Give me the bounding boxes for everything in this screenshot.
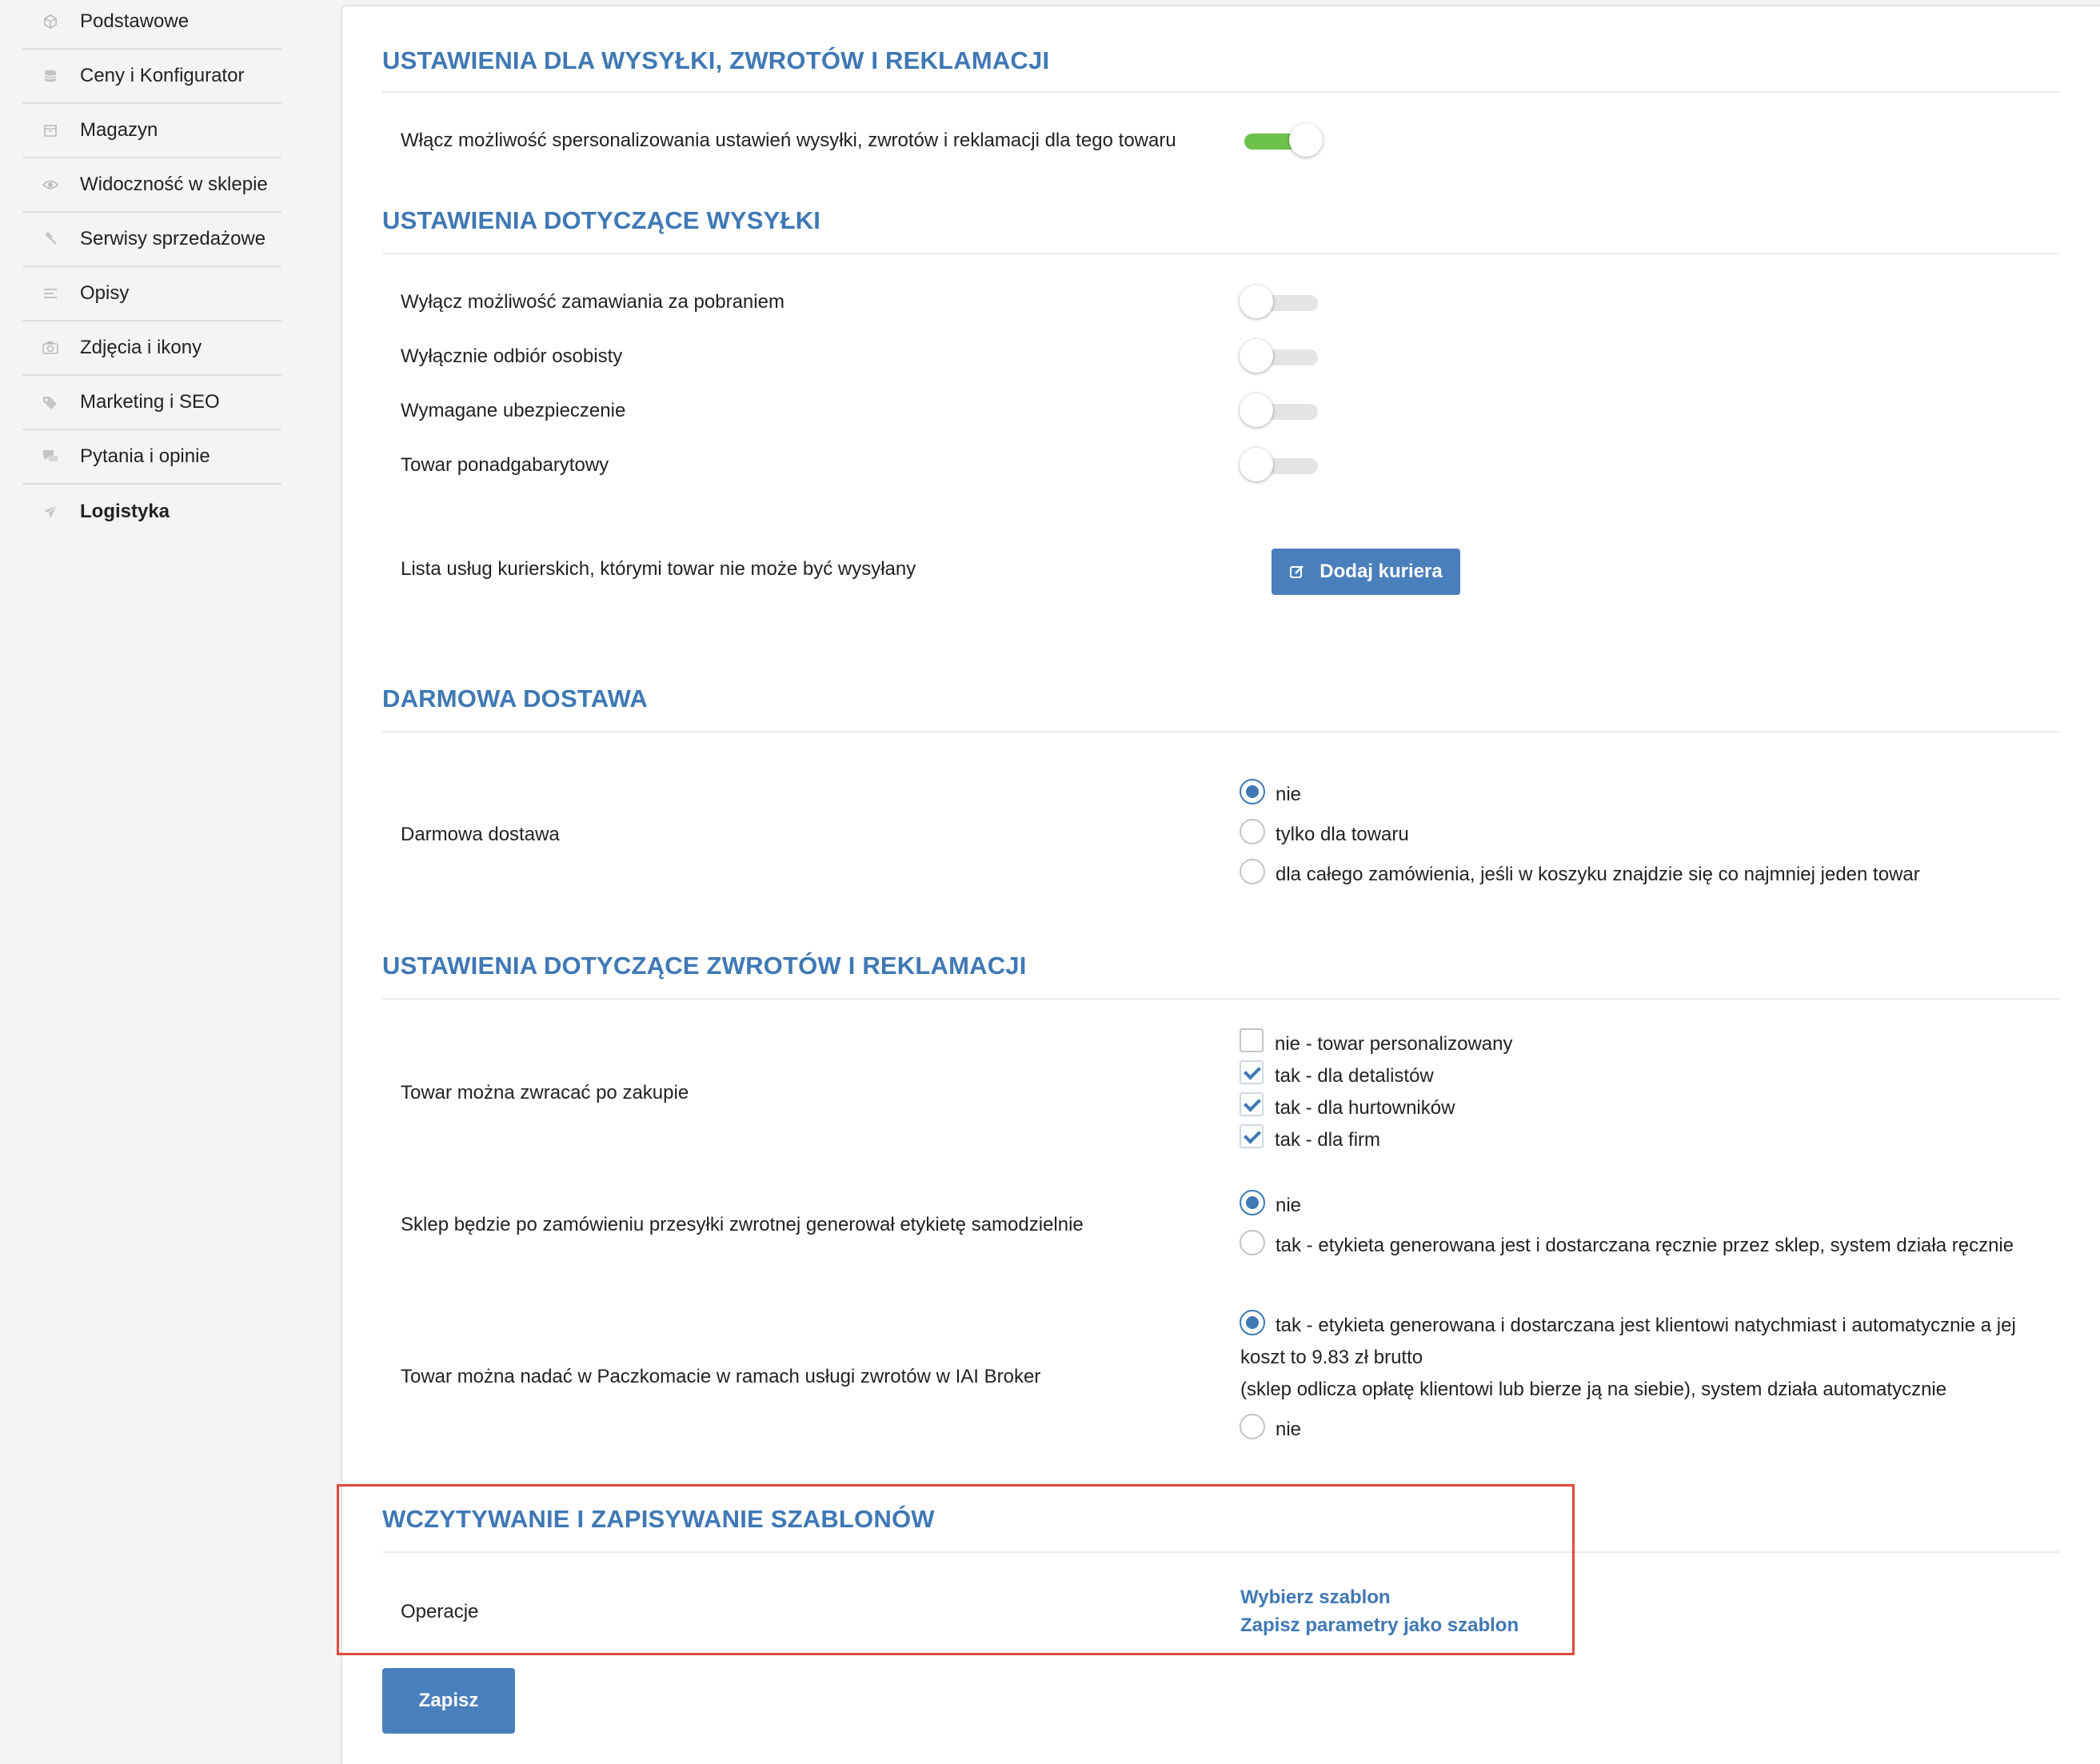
save-template-link[interactable]: Zapisz parametry jako szablon [1240,1614,1519,1637]
sidebar-item-label: Ceny i Konfigurator [80,65,245,86]
section-divider [382,1551,2060,1553]
sidebar-item-label: Magazyn [80,119,158,141]
box-icon [42,122,59,139]
cod-disable-toggle[interactable] [1240,285,1327,320]
label-generation-radio-manual[interactable] [1240,1230,1265,1255]
free-delivery-radio-product[interactable] [1240,819,1265,844]
oversize-label: Towar ponadgabarytowy [401,454,609,476]
chat-icon [42,448,59,465]
pickup-only-toggle[interactable] [1240,339,1327,374]
section-title-returns: USTAWIENIA DOTYCZĄCE ZWROTÓW I REKLAMACJ… [382,952,1027,980]
personalize-label: Włącz możliwość spersonalizowania ustawi… [401,130,1176,151]
personalize-toggle[interactable] [1240,123,1327,158]
returns-label: Towar można zwracać po zakupie [401,1082,689,1103]
oversize-toggle[interactable] [1240,448,1327,483]
section-divider [382,731,2060,732]
free-delivery-option-label: nie [1276,784,1302,805]
paczkomat-option-line1: tak - etykieta generowana i dostarczana … [1276,1315,2016,1336]
save-button-label: Zapisz [418,1690,479,1711]
returns-option-label: nie - towar personalizowany [1275,1033,1513,1055]
sidebar-item-label: Pytania i opinie [80,445,210,467]
label-generation-label: Sklep będzie po zamówieniu przesyłki zwr… [401,1214,1084,1235]
sidebar-item-magazyn[interactable]: Magazyn [22,104,281,158]
free-delivery-radio-nie[interactable] [1240,779,1265,804]
choose-template-link[interactable]: Wybierz szablon [1240,1586,1391,1609]
section-title-free-delivery: DARMOWA DOSTAWA [382,684,648,712]
eye-icon [42,176,59,194]
paczkomat-radio-nie[interactable] [1240,1414,1265,1439]
paczkomat-label: Towar można nadać w Paczkomacie w ramach… [401,1366,1041,1387]
returns-checkbox-retail[interactable] [1240,1060,1264,1084]
sidebar-item-label: Zdjęcia i ikony [80,337,202,358]
returns-checkbox-companies[interactable] [1240,1124,1264,1148]
returns-option-label: tak - dla detalistów [1275,1065,1434,1087]
sidebar-item-label: Opisy [80,282,130,304]
section-divider [382,253,2060,254]
returns-option-label: tak - dla hurtowników [1275,1097,1455,1119]
sidebar-item-label: Serwisy sprzedażowe [80,228,266,249]
sidebar-item-serwisy[interactable]: Serwisy sprzedażowe [22,213,281,267]
cube-icon [42,13,59,30]
returns-checkbox-personalized[interactable] [1240,1028,1264,1052]
section-title-templates: WCZYTYWANIE I ZAPISYWANIE SZABLONÓW [382,1505,935,1533]
add-courier-button-label: Dodaj kuriera [1319,561,1443,582]
sidebar-item-label: Podstawowe [80,10,190,32]
sidebar-item-label: Logistyka [80,501,170,522]
section-divider [382,91,2060,93]
free-delivery-radio-order[interactable] [1240,859,1265,884]
sidebar-item-label: Marketing i SEO [80,391,220,413]
section-title-shipping: USTAWIENIA DOTYCZĄCE WYSYŁKI [382,206,821,234]
main-panel: USTAWIENIA DLA WYSYŁKI, ZWROTÓW I REKLAM… [341,5,2100,1764]
cod-disable-label: Wyłącz możliwość zamawiania za pobraniem [401,291,785,313]
returns-checkbox-wholesale[interactable] [1240,1092,1264,1116]
courier-list-label: Lista usług kurierskich, którymi towar n… [401,558,916,580]
edit-icon [1290,565,1304,578]
sidebar-item-logistyka[interactable]: Logistyka [22,485,281,539]
insurance-toggle[interactable] [1240,393,1327,429]
paczkomat-option-label: nie [1276,1419,1302,1440]
label-generation-option-label: tak - etykieta generowana jest i dostarc… [1276,1235,2014,1256]
text-lines-icon [42,285,59,302]
paper-plane-icon [42,503,59,521]
free-delivery-option-label: tylko dla towaru [1276,824,1409,845]
returns-option-label: tak - dla firm [1275,1129,1381,1151]
sidebar-item-zdjecia[interactable]: Zdjęcia i ikony [22,321,281,376]
section-divider [382,998,2060,1000]
tags-icon [42,393,59,411]
section-title-shipping-returns: USTAWIENIA DLA WYSYŁKI, ZWROTÓW I REKLAM… [382,46,1050,74]
paczkomat-option-line3: (sklep odlicza opłatę klientowi lub bier… [1240,1379,1947,1400]
pickup-only-label: Wyłącznie odbiór osobisty [401,345,623,367]
add-courier-button[interactable]: Dodaj kuriera [1272,549,1460,595]
sidebar-item-marketing[interactable]: Marketing i SEO [22,376,281,430]
coins-icon [42,67,59,85]
camera-icon [42,339,59,357]
sidebar-item-podstawowe[interactable]: Podstawowe [22,0,281,50]
label-generation-option-label: nie [1276,1195,1302,1216]
sidebar-item-label: Widoczność w sklepie [80,174,268,195]
free-delivery-label: Darmowa dostawa [401,824,560,845]
sidebar-item-widocznosc[interactable]: Widoczność w sklepie [22,158,281,213]
paczkomat-radio-auto[interactable] [1240,1310,1265,1335]
save-button[interactable]: Zapisz [382,1668,515,1734]
sidebar-item-pytania[interactable]: Pytania i opinie [22,430,281,485]
label-generation-radio-nie[interactable] [1240,1190,1265,1215]
sidebar-item-opisy[interactable]: Opisy [22,267,281,321]
paczkomat-option-line2: koszt to 9.83 zł brutto [1240,1347,1423,1368]
insurance-label: Wymagane ubezpieczenie [401,400,626,421]
sidebar-item-ceny[interactable]: Ceny i Konfigurator [22,50,281,104]
sidebar: Podstawowe Ceny i Konfigurator Magazyn W… [0,0,336,1759]
gavel-icon [42,230,59,248]
operations-label: Operacje [401,1601,479,1622]
free-delivery-option-label: dla całego zamówienia, jeśli w koszyku z… [1276,864,1920,885]
